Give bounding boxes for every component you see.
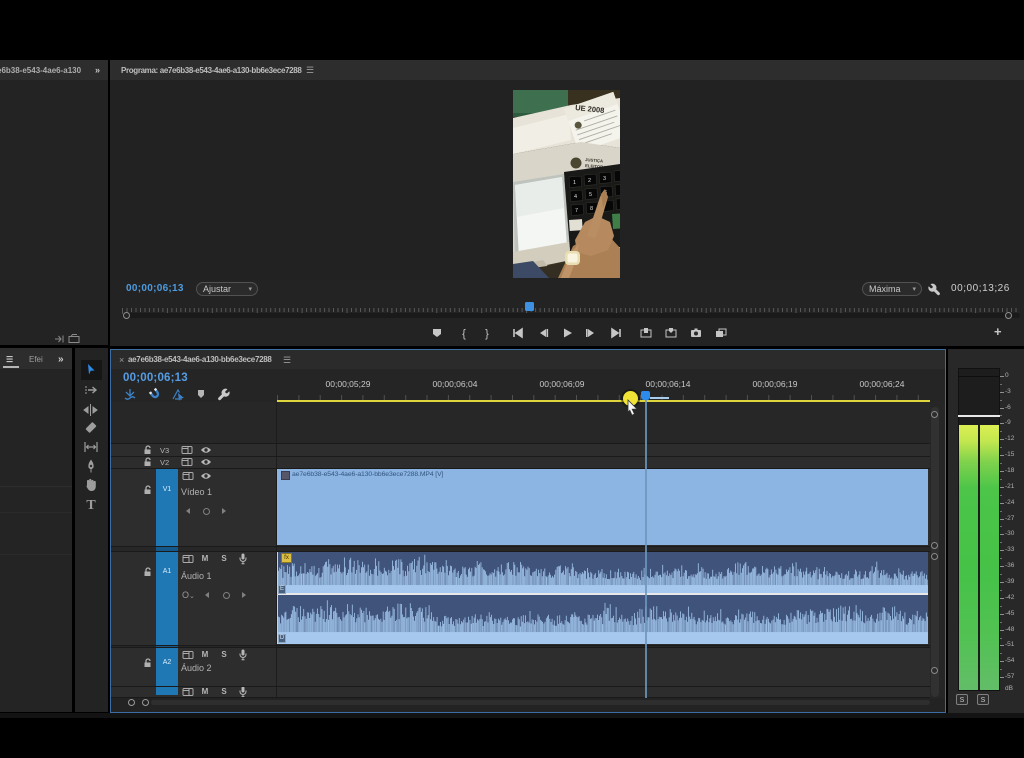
svg-text:}: }: [485, 328, 489, 340]
svg-text:4: 4: [574, 194, 577, 200]
svg-text:5: 5: [589, 192, 592, 198]
svg-text:2: 2: [588, 178, 591, 184]
svg-text:T: T: [86, 498, 96, 513]
svg-text:8: 8: [590, 206, 593, 212]
svg-text:3: 3: [603, 176, 606, 182]
svg-text:7: 7: [575, 208, 578, 214]
svg-text:{: {: [462, 328, 466, 340]
svg-text:1: 1: [573, 180, 576, 186]
